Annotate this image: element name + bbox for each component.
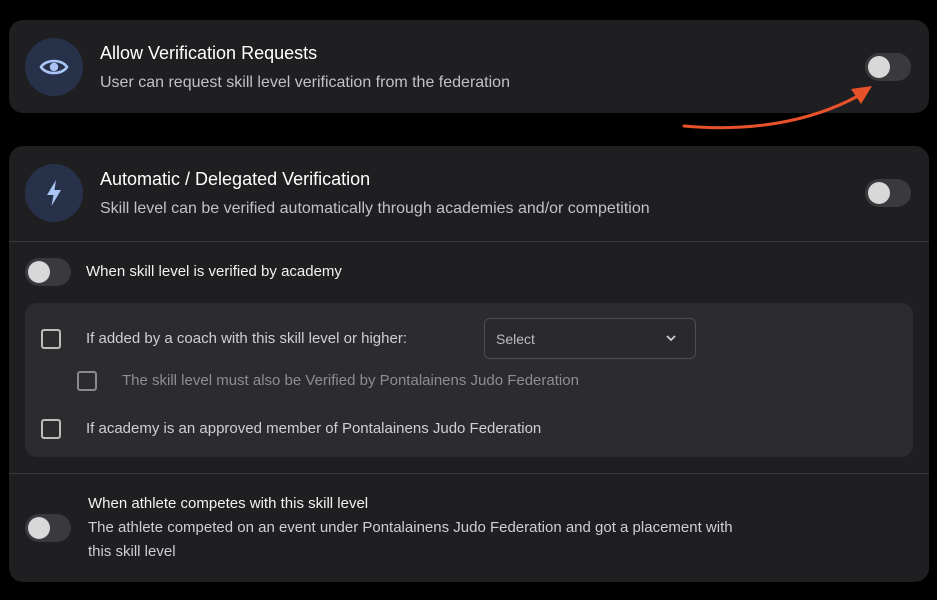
automatic-verification-toggle[interactable]: [865, 179, 911, 207]
competition-verification-toggle[interactable]: [25, 514, 71, 542]
competition-verification-label: When athlete competes with this skill le…: [88, 495, 369, 512]
divider: [9, 241, 929, 242]
competition-verification-description: The athlete competed on an event under P…: [88, 519, 733, 560]
federation-verified-label: The skill level must also be Verified by…: [122, 372, 579, 389]
coach-skill-label: If added by a coach with this skill leve…: [86, 330, 407, 347]
toggle-knob: [868, 182, 890, 204]
federation-verified-checkbox[interactable]: [77, 371, 97, 391]
toggle-knob: [28, 261, 50, 283]
toggle-knob: [868, 56, 890, 78]
automatic-verification-card: Automatic / Delegated Verification Skill…: [9, 146, 929, 582]
coach-skill-level-select[interactable]: Select: [484, 318, 696, 359]
automatic-verification-description: Skill level can be verified automaticall…: [100, 200, 650, 217]
select-value: Select: [496, 331, 535, 347]
academy-verification-toggle[interactable]: [25, 258, 71, 286]
divider: [9, 473, 929, 474]
academy-options-panel: If added by a coach with this skill leve…: [25, 303, 913, 457]
automatic-verification-title: Automatic / Delegated Verification: [100, 169, 371, 189]
academy-verification-label: When skill level is verified by academy: [86, 263, 342, 280]
chevron-down-icon: [666, 335, 676, 342]
eye-icon: [25, 38, 83, 96]
verification-requests-description: User can request skill level verificatio…: [100, 74, 510, 91]
verification-requests-title: Allow Verification Requests: [100, 43, 318, 63]
approved-member-checkbox[interactable]: [41, 419, 61, 439]
toggle-knob: [28, 517, 50, 539]
approved-member-label: If academy is an approved member of Pont…: [86, 420, 542, 437]
coach-skill-checkbox[interactable]: [41, 329, 61, 349]
verification-requests-card: Allow Verification Requests User can req…: [9, 20, 929, 113]
verification-requests-toggle[interactable]: [865, 53, 911, 81]
lightning-icon: [25, 164, 83, 222]
